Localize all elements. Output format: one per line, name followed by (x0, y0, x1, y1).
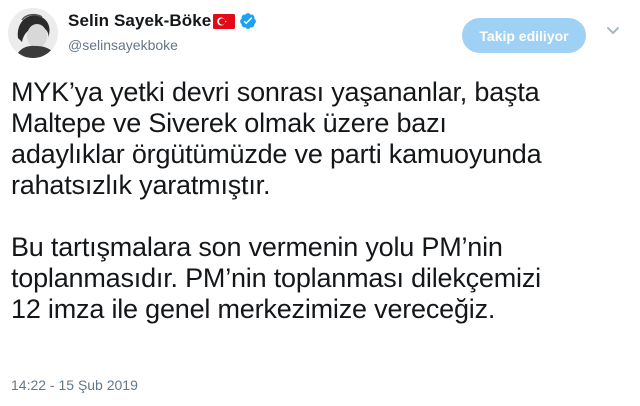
turkey-flag-icon (213, 13, 236, 29)
name-row: Selin Sayek-Böke (68, 11, 257, 31)
avatar[interactable] (8, 8, 58, 58)
tweet-text: MYK’ya yetki devri sonrası yaşananlar, b… (11, 77, 636, 325)
chevron-down-icon[interactable] (605, 22, 621, 38)
tweet-line: Maltepe ve Siverek olmak üzere bazı (11, 108, 447, 138)
tweet-line: Bu tartışmalara son vermenin yolu PM’nin (11, 232, 503, 262)
tweet-line: MYK’ya yetki devri sonrası yaşananlar, b… (11, 77, 540, 107)
avatar-image (8, 8, 58, 58)
following-button[interactable]: Takip ediliyor (462, 18, 586, 53)
tweet-line: toplanmasıdır. PM’nin toplanması dilekçe… (11, 263, 541, 293)
user-handle[interactable]: @selinsayekboke (68, 37, 178, 53)
display-name[interactable]: Selin Sayek-Böke (68, 11, 211, 31)
tweet-line: rahatsızlık yaratmıştır. (11, 170, 271, 200)
tweet-card: Selin Sayek-Böke @selinsayekboke Takip e… (0, 0, 640, 406)
tweet-line: adaylıklar örgütümüzde ve parti kamuoyun… (11, 139, 542, 169)
tweet-timestamp[interactable]: 14:22 - 15 Şub 2019 (11, 377, 138, 393)
verified-badge-icon (239, 12, 257, 30)
tweet-line: 12 imza ile genel merkezimize vereceğiz. (11, 294, 496, 324)
